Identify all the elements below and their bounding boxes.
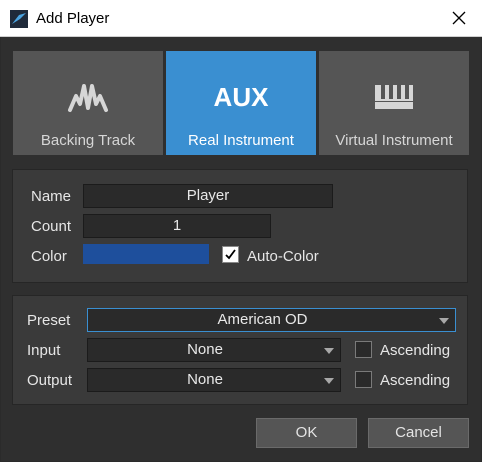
- input-select[interactable]: None: [87, 338, 341, 362]
- tab-real-instrument[interactable]: AUX Real Instrument: [166, 51, 316, 155]
- checkmark-icon: [225, 249, 236, 260]
- tab-backing-track[interactable]: Backing Track: [13, 51, 163, 155]
- waveform-icon: [68, 84, 108, 112]
- cancel-button[interactable]: Cancel: [368, 418, 469, 448]
- tab-label: Backing Track: [40, 132, 136, 149]
- dialog-body: Backing Track AUX Real Instrument Virtua…: [1, 37, 481, 461]
- app-logo-icon: [10, 10, 28, 28]
- close-button[interactable]: [436, 0, 482, 37]
- output-value: None: [187, 371, 223, 388]
- color-swatch[interactable]: [83, 244, 209, 264]
- tab-label: Real Instrument: [188, 132, 294, 149]
- input-label: Input: [27, 342, 61, 359]
- output-select[interactable]: None: [87, 368, 341, 392]
- output-label: Output: [27, 372, 73, 389]
- ok-button[interactable]: OK: [256, 418, 357, 448]
- preset-value: American OD: [217, 311, 308, 328]
- title-bar: Add Player: [0, 0, 482, 37]
- output-ascending-label: Ascending: [380, 372, 451, 389]
- name-field[interactable]: Player: [83, 184, 333, 208]
- name-label: Name: [31, 188, 72, 205]
- input-ascending-label: Ascending: [380, 342, 451, 359]
- tab-virtual-instrument[interactable]: Virtual Instrument: [319, 51, 469, 155]
- input-ascending-checkbox[interactable]: [355, 341, 372, 358]
- preset-label: Preset: [27, 312, 71, 329]
- chevron-down-icon: [324, 378, 334, 384]
- chevron-down-icon: [439, 318, 449, 324]
- auto-color-checkbox[interactable]: [222, 246, 239, 263]
- count-label: Count: [31, 218, 72, 235]
- routing-panel: Preset American OD Input None Ascending …: [12, 295, 468, 405]
- auto-color-label: Auto-Color: [247, 248, 319, 265]
- tab-label: Virtual Instrument: [335, 132, 453, 149]
- player-panel: Name Player Count 1 Color Auto-Color: [12, 169, 468, 283]
- piano-keys-icon: [375, 85, 413, 109]
- close-icon: [452, 11, 466, 25]
- chevron-down-icon: [324, 348, 334, 354]
- color-label: Color: [31, 248, 67, 265]
- aux-icon: AUX: [213, 81, 269, 112]
- input-value: None: [187, 341, 223, 358]
- output-ascending-checkbox[interactable]: [355, 371, 372, 388]
- window-title: Add Player: [36, 10, 110, 27]
- count-field[interactable]: 1: [83, 214, 271, 238]
- preset-select[interactable]: American OD: [87, 308, 456, 332]
